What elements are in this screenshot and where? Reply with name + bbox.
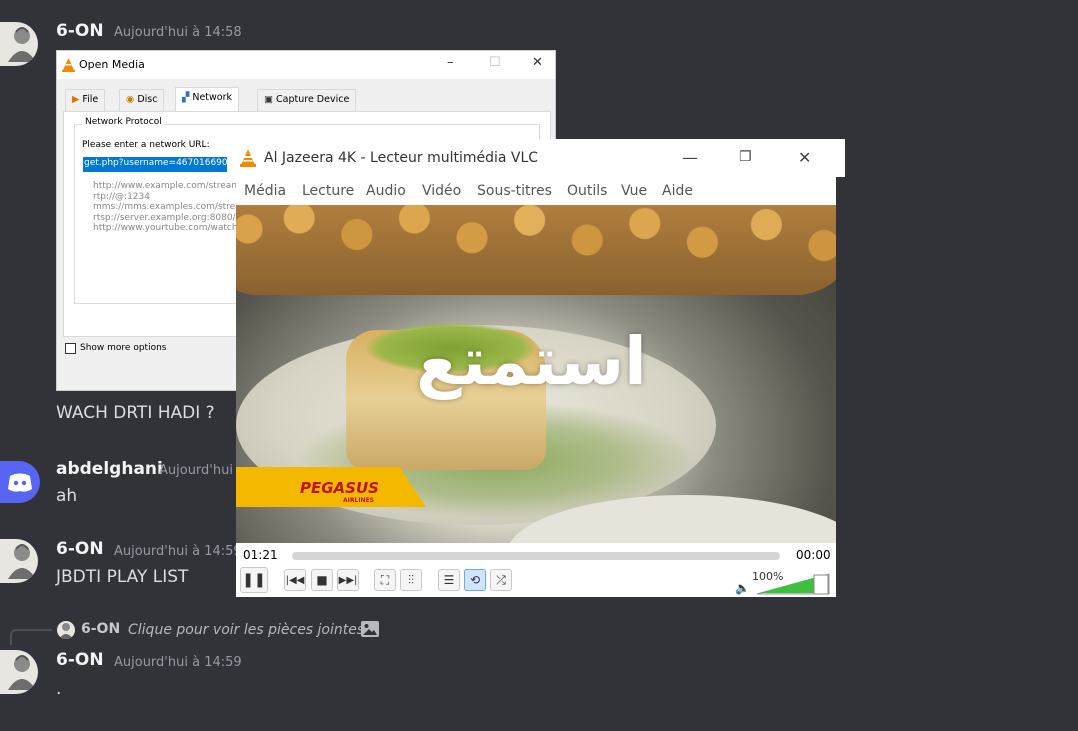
maximize-button[interactable]: ☐ [489, 55, 501, 70]
timestamp: Aujourd'hui à 14:59 [114, 544, 242, 559]
network-url-prompt: Please enter a network URL: [82, 140, 210, 150]
restore-button[interactable]: ❐ [739, 149, 752, 165]
message-text: JBDTI PLAY LIST [56, 567, 189, 587]
menu-video[interactable]: Vidéo [422, 183, 461, 199]
menu-playback[interactable]: Lecture [302, 183, 354, 199]
fullscreen-button[interactable]: ⛶ [374, 569, 396, 591]
menu-subtitles[interactable]: Sous-titres [477, 183, 552, 199]
user-avatar[interactable] [0, 650, 38, 694]
close-button[interactable]: ✕ [798, 148, 811, 167]
minimize-button[interactable]: — [682, 148, 698, 167]
vlc-cone-icon [240, 149, 256, 167]
vlc-window-title: Al Jazeera 4K - Lecteur multimédia VLC [264, 150, 539, 166]
timestamp: Aujourd'hui à 14:59 [114, 655, 242, 670]
username[interactable]: abdelghani [56, 459, 163, 479]
open-media-title: Open Media [79, 58, 145, 71]
playlist-icon: ☰ [443, 573, 455, 587]
next-button[interactable]: ▶▶| [337, 569, 359, 591]
pegasus-logo: PEGASUS [300, 479, 379, 497]
minimize-button[interactable]: – [447, 55, 454, 70]
next-icon: ▶▶| [338, 574, 358, 586]
menu-help[interactable]: Aide [662, 183, 693, 199]
tab-disc[interactable]: ◉ Disc [119, 89, 165, 111]
menu-media[interactable]: Média [244, 183, 286, 199]
vlc-window: Al Jazeera 4K - Lecteur multimédia VLC —… [227, 139, 845, 597]
reply-avatar[interactable] [57, 621, 75, 639]
network-url-input[interactable]: get.php?username=46701669035 [83, 157, 233, 172]
username[interactable]: 6-ON [56, 539, 104, 559]
message-text: WACH DRTI HADI ? [56, 403, 215, 423]
username[interactable]: 6-ON [56, 21, 104, 41]
pause-button[interactable]: ❚❚ [240, 567, 268, 593]
user-avatar[interactable] [0, 22, 38, 66]
vlc-cone-icon [62, 58, 75, 72]
shuffle-icon: ⤮ [496, 572, 506, 587]
tab-file[interactable]: ▶ File [65, 89, 106, 111]
username[interactable]: 6-ON [56, 650, 104, 670]
show-more-label[interactable]: Show more options [80, 343, 166, 353]
message-text: ah [56, 486, 78, 506]
volume-slider[interactable] [756, 573, 830, 595]
image-icon[interactable] [360, 620, 380, 638]
previous-button[interactable]: |◀◀ [284, 569, 306, 591]
timestamp: Aujourd'hui [159, 463, 233, 478]
group-title: Network Protocol [83, 117, 164, 127]
reply-connector [10, 629, 52, 645]
message-text: . [56, 679, 62, 699]
fullscreen-icon: ⛶ [380, 572, 390, 587]
shuffle-button[interactable]: ⤮ [490, 569, 512, 591]
menu-view[interactable]: Vue [621, 183, 647, 199]
network-icon: ▞ [182, 92, 190, 103]
discord-logo-icon [8, 473, 32, 492]
reply-username[interactable]: 6-ON [81, 621, 120, 637]
loop-button[interactable]: ⟲ [464, 569, 486, 591]
pause-icon: ❚❚ [242, 572, 266, 588]
speaker-icon[interactable]: 🔈 [735, 581, 750, 595]
open-media-titlebar[interactable]: Open Media – ☐ ✕ [57, 51, 555, 79]
disc-icon: ◉ [126, 94, 135, 105]
remaining-time[interactable]: 00:00 [796, 548, 831, 562]
discord-avatar[interactable] [0, 461, 40, 503]
user-avatar[interactable] [0, 539, 38, 583]
vlc-menubar: Média Lecture Audio Vidéo Sous-titres Ou… [236, 177, 836, 205]
equalizer-icon: ⫶⫶ [407, 572, 414, 587]
vlc-titlebar[interactable]: Al Jazeera 4K - Lecteur multimédia VLC —… [227, 139, 845, 177]
close-button[interactable]: ✕ [532, 55, 543, 70]
elapsed-time: 01:21 [243, 548, 278, 562]
tab-network[interactable]: ▞ Network [175, 87, 240, 111]
video-pastry-tray [236, 205, 836, 295]
stop-button[interactable]: ■ [311, 569, 333, 591]
stop-icon: ■ [316, 573, 328, 587]
seek-bar[interactable] [292, 552, 780, 560]
extended-settings-button[interactable]: ⫶⫶ [400, 569, 422, 591]
tab-capture-device[interactable]: ▣ Capture Device [257, 89, 357, 111]
timestamp: Aujourd'hui à 14:58 [114, 25, 242, 40]
previous-icon: |◀◀ [285, 574, 305, 586]
vlc-controls: 01:21 00:00 ❚❚ |◀◀ ■ ▶▶| ⛶ ⫶⫶ ☰ ⟲ ⤮ 🔈 10… [236, 543, 836, 597]
menu-tools[interactable]: Outils [567, 183, 607, 199]
show-more-checkbox[interactable] [65, 343, 76, 354]
menu-audio[interactable]: Audio [366, 183, 406, 199]
file-icon: ▶ [72, 94, 80, 105]
video-area[interactable]: استمتع PEGASUS AIRLINES [236, 205, 836, 543]
reply-text[interactable]: Clique pour voir les pièces jointes [128, 622, 364, 638]
playlist-button[interactable]: ☰ [438, 569, 460, 591]
video-overlay-text: استمتع [416, 323, 647, 400]
pegasus-sub: AIRLINES [343, 497, 374, 504]
loop-icon: ⟲ [469, 573, 481, 587]
capture-device-icon: ▣ [264, 94, 273, 105]
